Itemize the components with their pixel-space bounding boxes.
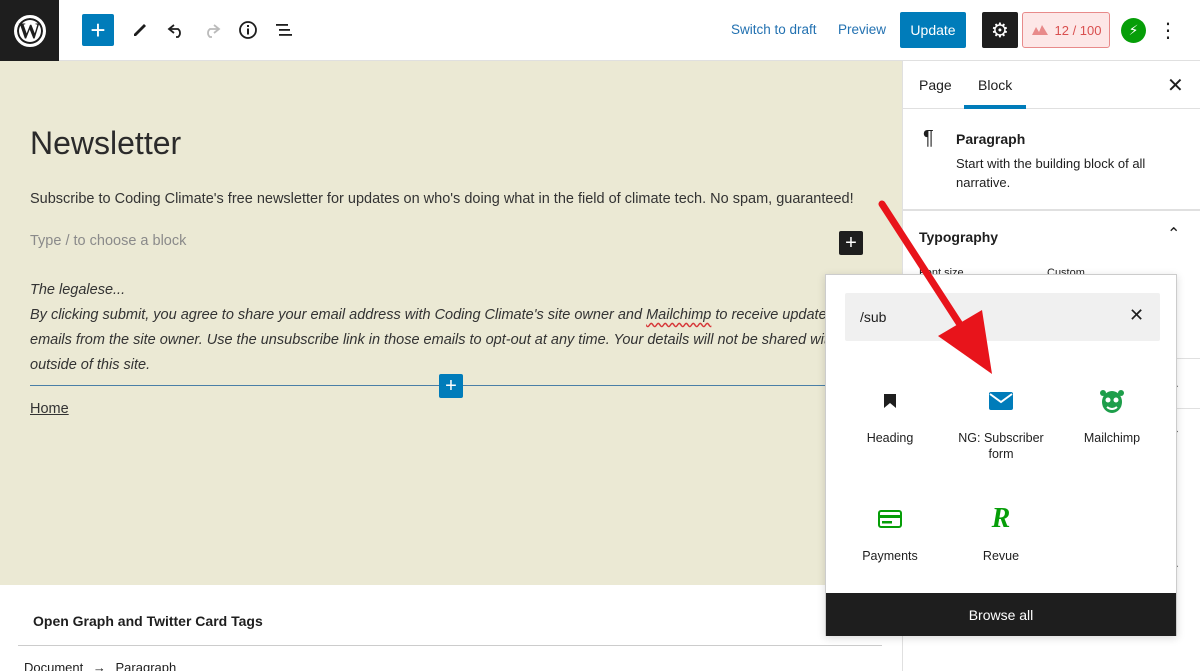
home-link[interactable]: Home — [30, 401, 69, 417]
breadcrumb-paragraph[interactable]: Paragraph — [116, 660, 177, 671]
block-description: Start with the building block of all nar… — [956, 156, 1146, 190]
jetpack-icon: ⚡ — [1128, 22, 1139, 38]
separator-block[interactable] — [30, 385, 830, 386]
block-item-label: NG: Subscriber form — [958, 431, 1044, 461]
undo-icon — [167, 24, 181, 38]
clear-search-button[interactable]: ✕ — [1129, 305, 1144, 326]
block-item-heading[interactable]: Heading — [835, 386, 945, 446]
breadcrumb-arrow: → — [92, 660, 106, 671]
block-item-revue[interactable]: R Revue — [946, 503, 1056, 564]
breadcrumb-document[interactable]: Document — [24, 660, 83, 671]
tools-button[interactable] — [124, 14, 156, 46]
plus-icon: + — [845, 231, 857, 254]
tab-block[interactable]: Block — [978, 77, 1012, 93]
jetpack-button[interactable]: ⚡ — [1121, 18, 1146, 43]
plus-icon: + — [445, 374, 457, 397]
block-item-mailchimp[interactable]: Mailchimp — [1057, 386, 1167, 446]
paragraph-icon: ¶ — [923, 127, 934, 149]
legalese-line: outside of this site. — [30, 357, 151, 373]
legalese-line: By clicking submit, you agree to share y… — [30, 303, 878, 328]
more-icon: ⋮ — [1158, 19, 1178, 42]
sidebar-tabs: Page Block ✕ — [903, 61, 1200, 109]
legalese-block[interactable]: The legalese... By clicking submit, you … — [30, 278, 878, 378]
legalese-heading: The legalese... — [30, 282, 126, 298]
redo-icon — [207, 24, 221, 38]
block-item-label: Revue — [982, 549, 1020, 563]
open-graph-metabox[interactable]: Open Graph and Twitter Card Tags — [18, 596, 882, 646]
bookmark-icon — [835, 386, 945, 416]
score-icon — [1031, 25, 1048, 35]
legalese-line: emails from the site owner. Use the unsu… — [30, 332, 872, 348]
add-block-button[interactable]: + — [82, 14, 114, 46]
wordpress-logo-button[interactable]: W — [0, 0, 59, 61]
preview-button[interactable]: Preview — [838, 22, 886, 37]
details-button[interactable] — [232, 14, 264, 46]
block-item-label: Mailchimp — [1083, 431, 1141, 445]
tab-page[interactable]: Page — [919, 77, 952, 93]
chevron-up-icon[interactable]: ⌃ — [1167, 224, 1180, 244]
list-view-icon — [276, 24, 292, 36]
mailchimp-word: Mailchimp — [646, 307, 712, 323]
editor-canvas: Newsletter Subscribe to Coding Climate's… — [0, 61, 902, 585]
seo-score-value: 12 / 100 — [1054, 22, 1102, 38]
legalese-text: By clicking submit, you agree to share y… — [30, 307, 647, 323]
block-item-label: Payments — [862, 549, 918, 563]
red-arrow-annotation — [878, 200, 992, 374]
mailchimp-icon — [1057, 386, 1167, 416]
paragraph-block[interactable]: Subscribe to Coding Climate's free newsl… — [30, 188, 890, 210]
revue-icon: R — [991, 503, 1011, 534]
info-icon — [239, 21, 257, 39]
close-sidebar-button[interactable]: ✕ — [1167, 73, 1184, 98]
envelope-icon — [946, 386, 1056, 416]
top-toolbar: W + Switch to draft Preview Update ⚙ 12 … — [0, 0, 1200, 61]
pencil-icon — [134, 24, 146, 36]
list-view-button[interactable] — [268, 14, 300, 46]
post-title[interactable]: Newsletter — [30, 125, 181, 162]
browse-all-button[interactable]: Browse all — [826, 593, 1176, 636]
close-icon: ✕ — [1167, 75, 1184, 97]
block-item-subscriber-form[interactable]: NG: Subscriber form — [946, 386, 1056, 462]
switch-to-draft-button[interactable]: Switch to draft — [731, 22, 817, 37]
block-name: Paragraph — [956, 131, 1026, 147]
metabox-title: Open Graph and Twitter Card Tags — [33, 613, 263, 629]
breadcrumb: Document → Paragraph — [24, 660, 176, 671]
credit-card-icon — [835, 504, 945, 534]
settings-button[interactable]: ⚙ — [982, 12, 1018, 48]
between-blocks-add-button[interactable]: + — [439, 374, 463, 398]
block-item-label: Heading — [866, 431, 914, 445]
seo-score-button[interactable]: 12 / 100 — [1022, 12, 1110, 48]
redo-button[interactable] — [196, 14, 228, 46]
more-options-button[interactable]: ⋮ — [1156, 15, 1180, 45]
update-button[interactable]: Update — [900, 12, 966, 48]
block-item-payments[interactable]: Payments — [835, 504, 945, 564]
gear-icon: ⚙ — [991, 19, 1009, 42]
undo-button[interactable] — [160, 14, 192, 46]
wordpress-icon: W — [13, 14, 46, 47]
plus-icon: + — [90, 14, 106, 45]
block-placeholder[interactable]: Type / to choose a block — [30, 233, 186, 249]
